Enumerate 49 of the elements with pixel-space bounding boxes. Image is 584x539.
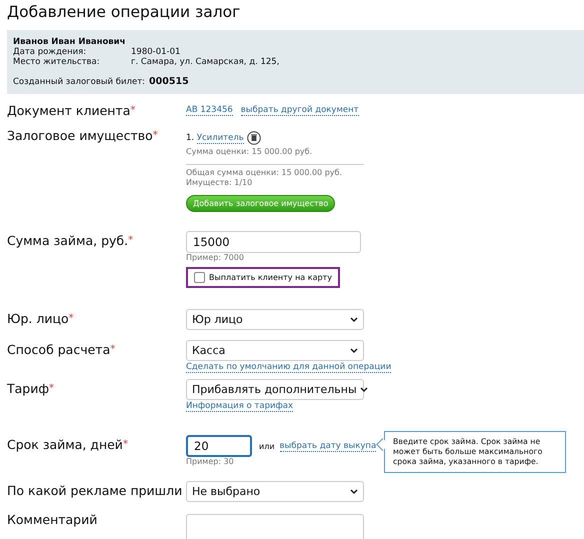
dropdown-link[interactable]: Информация о тарифах: [186, 401, 294, 412]
field-label: Юр. лицо: [7, 311, 69, 326]
document-link[interactable]: АВ 123456: [186, 105, 233, 116]
page-title: Добавление операции залог: [7, 2, 242, 23]
field-label: Тариф: [7, 381, 50, 396]
info-label: Место жительства:: [13, 57, 101, 67]
hint-text: Пример: 30: [186, 457, 234, 467]
field-label: Документ клиента: [7, 103, 130, 118]
field-label: Способ расчета: [7, 342, 110, 357]
info-value: г. Самара, ул. Самарская, д. 125,: [131, 57, 280, 67]
field-label: Сумма займа, руб.: [7, 233, 128, 248]
or-text: или: [259, 442, 275, 450]
ticket-label: Созданный залоговый билет:: [13, 77, 146, 87]
item-number: 1.: [186, 133, 194, 143]
chevron-down-icon: [360, 386, 368, 392]
required-mark: *: [130, 105, 136, 116]
trash-icon[interactable]: [246, 131, 261, 145]
required-mark: *: [152, 130, 158, 141]
choose-document-link[interactable]: выбрать другой документ: [240, 105, 359, 116]
info-label: Дата рождения:: [13, 47, 88, 57]
field-label: Залоговое имущество: [7, 128, 153, 143]
required-mark: *: [68, 313, 74, 324]
ticket-number: 000515: [149, 77, 189, 87]
dropdown[interactable]: Касса: [186, 340, 364, 361]
total-text: Общая сумма оценки: 15 000.00 руб.: [186, 168, 342, 178]
field-label: Комментарий: [7, 512, 98, 527]
count-text: Имуществ: 1/10: [186, 178, 252, 188]
chevron-down-icon: [350, 316, 358, 322]
dropdown-link[interactable]: Сделать по умолчанию для данной операции: [186, 362, 392, 373]
hint-text: Пример: 7000: [186, 253, 244, 263]
field-label: По какой рекламе пришли: [7, 483, 182, 498]
choose-date-link[interactable]: выбрать дату выкупа: [280, 440, 376, 452]
dropdown[interactable]: Не выбрано: [186, 481, 364, 502]
client-name: Иванов Иван Иванович: [13, 37, 126, 47]
dropdown[interactable]: Юр лицо: [186, 309, 364, 330]
amount-field[interactable]: 15000: [186, 231, 361, 253]
term-field[interactable]: 20: [186, 435, 252, 457]
required-mark: *: [110, 344, 116, 355]
item-link[interactable]: Усилитель: [196, 132, 244, 144]
chevron-down-icon: [350, 348, 358, 354]
field-label: Срок займа, дней: [7, 437, 123, 452]
chevron-down-icon: [350, 488, 358, 494]
comment-field[interactable]: [186, 514, 364, 539]
pay-to-card-checkbox[interactable]: Выплатить клиенту на карту: [186, 267, 340, 288]
required-mark: *: [122, 439, 128, 450]
appraisal-text: Сумма оценки: 15 000.00 руб.: [186, 147, 312, 157]
required-mark: *: [49, 383, 54, 394]
info-value: 1980-01-01: [131, 47, 180, 57]
required-mark: *: [128, 235, 134, 246]
